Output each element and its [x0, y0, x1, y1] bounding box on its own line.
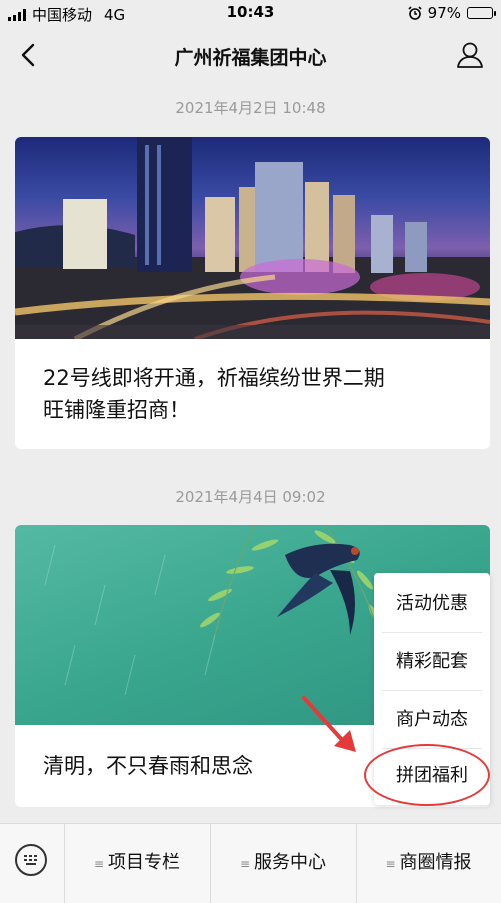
bottom-menu-label: 项目专栏 [108, 852, 181, 873]
article-title-line: 旺铺隆重招商！ [43, 398, 190, 422]
keyboard-toggle-icon[interactable] [15, 844, 47, 876]
status-bar: 中国移动 4G 10:43 97% [0, 0, 501, 26]
menu-item-activity-offers[interactable]: 活动优惠 [382, 575, 482, 633]
message-timestamp: 2021年4月4日 09:02 [175, 488, 326, 506]
menu-list-icon: ≡ [93, 857, 105, 871]
message-timestamp: 2021年4月2日 10:48 [175, 99, 326, 117]
page-title: 广州祈福集团中心 [174, 47, 327, 69]
alarm-icon [408, 6, 422, 20]
status-right: 97% [408, 4, 496, 22]
user-profile-icon[interactable] [455, 40, 485, 70]
annotation-arrow-icon [302, 696, 356, 752]
menu-item-merchant-news[interactable]: 商户动态 [382, 691, 482, 749]
battery-icon [467, 7, 496, 19]
bottom-menu-project-column[interactable]: ≡ 项目专栏 [64, 824, 210, 903]
battery-percent: 97% [427, 4, 461, 22]
menu-list-icon: ≡ [385, 857, 396, 871]
bottom-menu-label: 商圈情报 [399, 852, 472, 873]
bottom-menu-label: 服务中心 [254, 852, 327, 873]
bottom-menu-service-center[interactable]: ≡ 服务中心 [210, 824, 356, 903]
article-title-line: 清明，不只春雨和思念 [43, 754, 253, 778]
bottom-menu-bar: ≡ 项目专栏 ≡ 服务中心 ≡ 商圈情报 [0, 823, 501, 903]
article-title-line: 22号线即将开通，祈福缤纷世界二期 [43, 366, 385, 390]
menu-list-icon: ≡ [239, 857, 251, 871]
bottom-menu-business-intel[interactable]: ≡ 商圈情报 [356, 824, 501, 903]
article-card[interactable]: 22号线即将开通，祈福缤纷世界二期 旺铺隆重招商！ [15, 137, 490, 449]
highlight-circle [364, 744, 490, 806]
nav-bar: 广州祈福集团中心 [0, 26, 501, 86]
city-night-image [15, 137, 490, 339]
menu-item-facilities[interactable]: 精彩配套 [382, 633, 482, 691]
